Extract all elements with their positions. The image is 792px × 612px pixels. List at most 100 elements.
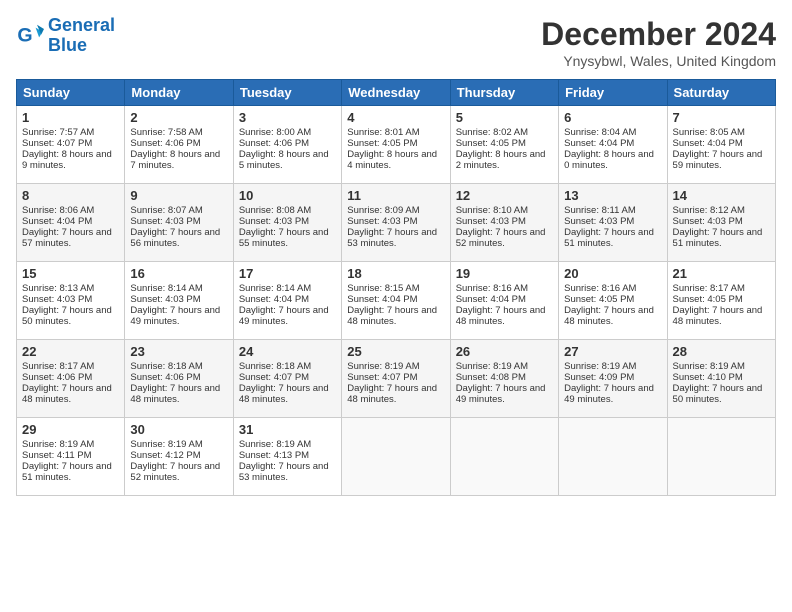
daylight-label: Daylight: 7 hours and 57 minutes. xyxy=(22,227,112,249)
sunset-label: Sunset: 4:13 PM xyxy=(239,450,309,461)
daylight-label: Daylight: 7 hours and 52 minutes. xyxy=(456,227,546,249)
day-number: 12 xyxy=(456,188,553,203)
column-header-friday: Friday xyxy=(559,80,667,106)
sunrise-label: Sunrise: 8:18 AM xyxy=(130,361,202,372)
sunset-label: Sunset: 4:05 PM xyxy=(347,138,417,149)
calendar-table: SundayMondayTuesdayWednesdayThursdayFrid… xyxy=(16,79,776,496)
calendar-cell: 15Sunrise: 8:13 AMSunset: 4:03 PMDayligh… xyxy=(17,262,125,340)
daylight-label: Daylight: 7 hours and 48 minutes. xyxy=(456,305,546,327)
calendar-cell xyxy=(342,418,450,496)
daylight-label: Daylight: 7 hours and 48 minutes. xyxy=(22,383,112,405)
day-number: 27 xyxy=(564,344,661,359)
daylight-label: Daylight: 8 hours and 9 minutes. xyxy=(22,149,112,171)
sunset-label: Sunset: 4:05 PM xyxy=(564,294,634,305)
calendar-cell: 8Sunrise: 8:06 AMSunset: 4:04 PMDaylight… xyxy=(17,184,125,262)
svg-text:G: G xyxy=(17,24,32,46)
daylight-label: Daylight: 7 hours and 53 minutes. xyxy=(347,227,437,249)
title-block: December 2024 Ynysybwl, Wales, United Ki… xyxy=(541,16,776,69)
column-header-monday: Monday xyxy=(125,80,233,106)
calendar-cell: 24Sunrise: 8:18 AMSunset: 4:07 PMDayligh… xyxy=(233,340,341,418)
day-number: 31 xyxy=(239,422,336,437)
sunrise-label: Sunrise: 8:02 AM xyxy=(456,127,528,138)
calendar-cell: 10Sunrise: 8:08 AMSunset: 4:03 PMDayligh… xyxy=(233,184,341,262)
sunset-label: Sunset: 4:04 PM xyxy=(564,138,634,149)
sunrise-label: Sunrise: 8:16 AM xyxy=(564,283,636,294)
day-number: 26 xyxy=(456,344,553,359)
calendar-cell: 27Sunrise: 8:19 AMSunset: 4:09 PMDayligh… xyxy=(559,340,667,418)
week-row-1: 1Sunrise: 7:57 AMSunset: 4:07 PMDaylight… xyxy=(17,106,776,184)
sunset-label: Sunset: 4:03 PM xyxy=(673,216,743,227)
day-number: 10 xyxy=(239,188,336,203)
daylight-label: Daylight: 8 hours and 2 minutes. xyxy=(456,149,546,171)
calendar-cell: 4Sunrise: 8:01 AMSunset: 4:05 PMDaylight… xyxy=(342,106,450,184)
day-number: 20 xyxy=(564,266,661,281)
sunrise-label: Sunrise: 8:19 AM xyxy=(239,439,311,450)
sunrise-label: Sunrise: 8:19 AM xyxy=(22,439,94,450)
daylight-label: Daylight: 8 hours and 0 minutes. xyxy=(564,149,654,171)
calendar-cell: 5Sunrise: 8:02 AMSunset: 4:05 PMDaylight… xyxy=(450,106,558,184)
sunrise-label: Sunrise: 8:04 AM xyxy=(564,127,636,138)
daylight-label: Daylight: 8 hours and 5 minutes. xyxy=(239,149,329,171)
calendar-cell: 9Sunrise: 8:07 AMSunset: 4:03 PMDaylight… xyxy=(125,184,233,262)
sunrise-label: Sunrise: 8:19 AM xyxy=(673,361,745,372)
day-number: 22 xyxy=(22,344,119,359)
day-number: 18 xyxy=(347,266,444,281)
sunset-label: Sunset: 4:10 PM xyxy=(673,372,743,383)
daylight-label: Daylight: 7 hours and 48 minutes. xyxy=(673,305,763,327)
calendar-cell: 20Sunrise: 8:16 AMSunset: 4:05 PMDayligh… xyxy=(559,262,667,340)
day-number: 3 xyxy=(239,110,336,125)
day-number: 6 xyxy=(564,110,661,125)
sunset-label: Sunset: 4:04 PM xyxy=(22,216,92,227)
day-number: 30 xyxy=(130,422,227,437)
calendar-cell: 14Sunrise: 8:12 AMSunset: 4:03 PMDayligh… xyxy=(667,184,775,262)
sunrise-label: Sunrise: 8:00 AM xyxy=(239,127,311,138)
sunset-label: Sunset: 4:07 PM xyxy=(22,138,92,149)
day-number: 16 xyxy=(130,266,227,281)
logo-icon: G xyxy=(16,22,44,50)
calendar-cell: 6 Sunrise: 8:04 AMSunset: 4:04 PMDaylight… xyxy=(559,106,667,184)
daylight-label: Daylight: 7 hours and 51 minutes. xyxy=(673,227,763,249)
sunrise-label: Sunrise: 8:19 AM xyxy=(564,361,636,372)
calendar-cell: 29Sunrise: 8:19 AMSunset: 4:11 PMDayligh… xyxy=(17,418,125,496)
daylight-label: Daylight: 7 hours and 48 minutes. xyxy=(347,383,437,405)
day-number: 28 xyxy=(673,344,770,359)
sunrise-label: Sunrise: 8:19 AM xyxy=(130,439,202,450)
calendar-cell xyxy=(667,418,775,496)
day-number: 14 xyxy=(673,188,770,203)
column-header-thursday: Thursday xyxy=(450,80,558,106)
day-number: 21 xyxy=(673,266,770,281)
sunset-label: Sunset: 4:03 PM xyxy=(239,216,309,227)
sunrise-label: Sunrise: 8:16 AM xyxy=(456,283,528,294)
daylight-label: Daylight: 7 hours and 49 minutes. xyxy=(239,305,329,327)
sunset-label: Sunset: 4:03 PM xyxy=(347,216,417,227)
sunrise-label: Sunrise: 8:01 AM xyxy=(347,127,419,138)
sunrise-label: Sunrise: 8:10 AM xyxy=(456,205,528,216)
calendar-cell: 23Sunrise: 8:18 AMSunset: 4:06 PMDayligh… xyxy=(125,340,233,418)
calendar-cell: 11Sunrise: 8:09 AMSunset: 4:03 PMDayligh… xyxy=(342,184,450,262)
header: G General Blue December 2024 Ynysybwl, W… xyxy=(16,16,776,69)
column-header-tuesday: Tuesday xyxy=(233,80,341,106)
logo-text: General Blue xyxy=(48,16,115,56)
week-row-4: 22Sunrise: 8:17 AMSunset: 4:06 PMDayligh… xyxy=(17,340,776,418)
daylight-label: Daylight: 7 hours and 48 minutes. xyxy=(239,383,329,405)
day-number: 19 xyxy=(456,266,553,281)
calendar-header-row: SundayMondayTuesdayWednesdayThursdayFrid… xyxy=(17,80,776,106)
sunrise-label: Sunrise: 8:19 AM xyxy=(347,361,419,372)
day-number: 4 xyxy=(347,110,444,125)
column-header-wednesday: Wednesday xyxy=(342,80,450,106)
column-header-sunday: Sunday xyxy=(17,80,125,106)
sunset-label: Sunset: 4:06 PM xyxy=(22,372,92,383)
logo: G General Blue xyxy=(16,16,115,56)
day-number: 11 xyxy=(347,188,444,203)
day-number: 9 xyxy=(130,188,227,203)
calendar-cell: 21Sunrise: 8:17 AMSunset: 4:05 PMDayligh… xyxy=(667,262,775,340)
sunset-label: Sunset: 4:04 PM xyxy=(456,294,526,305)
sunset-label: Sunset: 4:04 PM xyxy=(239,294,309,305)
sunrise-label: Sunrise: 8:14 AM xyxy=(239,283,311,294)
day-number: 8 xyxy=(22,188,119,203)
day-number: 13 xyxy=(564,188,661,203)
daylight-label: Daylight: 7 hours and 48 minutes. xyxy=(130,383,220,405)
calendar-body: 1Sunrise: 7:57 AMSunset: 4:07 PMDaylight… xyxy=(17,106,776,496)
sunset-label: Sunset: 4:06 PM xyxy=(130,372,200,383)
calendar-cell: 17Sunrise: 8:14 AMSunset: 4:04 PMDayligh… xyxy=(233,262,341,340)
